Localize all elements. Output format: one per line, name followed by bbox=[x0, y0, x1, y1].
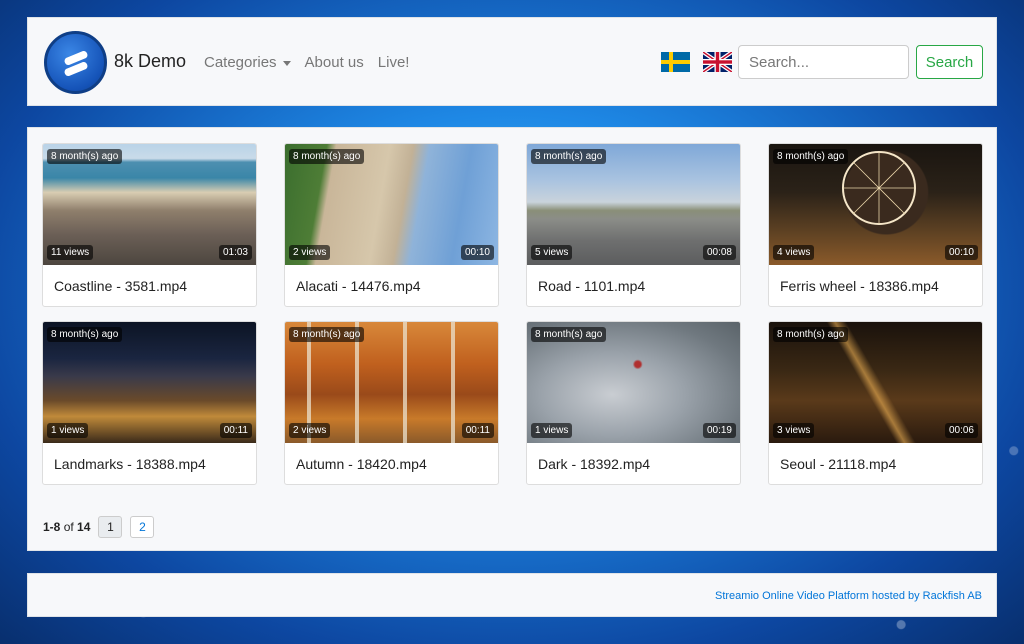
video-thumbnail[interactable]: 8 month(s) ago 2 views 00:11 bbox=[285, 322, 498, 443]
duration-badge: 00:10 bbox=[460, 245, 494, 260]
duration-badge: 00:06 bbox=[944, 423, 978, 438]
views-badge: 11 views bbox=[47, 245, 94, 260]
nav-categories[interactable]: Categories bbox=[204, 54, 291, 71]
video-grid-panel: 8 month(s) ago 11 views 01:03 Coastline … bbox=[27, 127, 997, 551]
age-badge: 8 month(s) ago bbox=[531, 327, 607, 342]
video-card-road[interactable]: 8 month(s) ago 5 views 00:08 Road - 1101… bbox=[526, 143, 741, 307]
video-thumbnail[interactable]: 8 month(s) ago 1 views 00:19 bbox=[527, 322, 740, 443]
views-badge: 1 views bbox=[531, 423, 573, 438]
swedish-flag-icon[interactable] bbox=[661, 52, 690, 72]
caret-down-icon bbox=[282, 60, 291, 66]
video-thumbnail[interactable]: 8 month(s) ago 3 views 00:06 bbox=[769, 322, 982, 443]
page-1-button[interactable]: 1 bbox=[98, 516, 123, 538]
header-bar: 8k Demo Categories About us Live! Search bbox=[27, 17, 997, 106]
age-badge: 8 month(s) ago bbox=[289, 327, 365, 342]
search-button[interactable]: Search bbox=[916, 45, 983, 79]
video-title[interactable]: Coastline - 3581.mp4 bbox=[54, 278, 187, 294]
video-title[interactable]: Ferris wheel - 18386.mp4 bbox=[780, 278, 939, 294]
video-card-landmarks[interactable]: 8 month(s) ago 1 views 00:11 Landmarks -… bbox=[42, 321, 257, 485]
duration-badge: 00:19 bbox=[702, 423, 736, 438]
nav-about-us[interactable]: About us bbox=[305, 54, 364, 71]
views-badge: 1 views bbox=[47, 423, 89, 438]
video-card-autumn[interactable]: 8 month(s) ago 2 views 00:11 Autumn - 18… bbox=[284, 321, 499, 485]
video-card-coastline[interactable]: 8 month(s) ago 11 views 01:03 Coastline … bbox=[42, 143, 257, 307]
views-badge: 2 views bbox=[289, 423, 331, 438]
video-card-dark[interactable]: 8 month(s) ago 1 views 00:19 Dark - 1839… bbox=[526, 321, 741, 485]
main-nav: Categories About us Live! bbox=[204, 54, 409, 71]
uk-flag-icon[interactable] bbox=[703, 52, 732, 72]
duration-badge: 00:08 bbox=[702, 245, 736, 260]
video-title[interactable]: Dark - 18392.mp4 bbox=[538, 456, 650, 472]
duration-badge: 01:03 bbox=[218, 245, 252, 260]
views-badge: 5 views bbox=[531, 245, 573, 260]
video-thumbnail[interactable]: 8 month(s) ago 11 views 01:03 bbox=[43, 144, 256, 265]
video-card-alacati[interactable]: 8 month(s) ago 2 views 00:10 Alacati - 1… bbox=[284, 143, 499, 307]
video-title[interactable]: Seoul - 21118.mp4 bbox=[780, 456, 896, 472]
duration-badge: 00:10 bbox=[944, 245, 978, 260]
duration-badge: 00:11 bbox=[461, 423, 494, 438]
age-badge: 8 month(s) ago bbox=[773, 327, 849, 342]
video-thumbnail[interactable]: 8 month(s) ago 5 views 00:08 bbox=[527, 144, 740, 265]
pagination-info: 1-8 of 14 bbox=[43, 520, 91, 534]
video-card-seoul[interactable]: 8 month(s) ago 3 views 00:06 Seoul - 211… bbox=[768, 321, 983, 485]
views-badge: 4 views bbox=[773, 245, 815, 260]
nav-live[interactable]: Live! bbox=[378, 54, 410, 71]
video-title[interactable]: Landmarks - 18388.mp4 bbox=[54, 456, 206, 472]
video-title[interactable]: Road - 1101.mp4 bbox=[538, 278, 645, 294]
streamio-logo-icon[interactable] bbox=[44, 31, 107, 94]
pagination: 1-8 of 14 1 2 bbox=[43, 516, 155, 538]
video-thumbnail[interactable]: 8 month(s) ago 2 views 00:10 bbox=[285, 144, 498, 265]
age-badge: 8 month(s) ago bbox=[47, 327, 123, 342]
page-2-button[interactable]: 2 bbox=[130, 516, 155, 538]
video-card-ferris-wheel[interactable]: 8 month(s) ago 4 views 00:10 Ferris whee… bbox=[768, 143, 983, 307]
footer-credit-link[interactable]: Streamio Online Video Platform hosted by… bbox=[715, 590, 982, 602]
video-title[interactable]: Autumn - 18420.mp4 bbox=[296, 456, 427, 472]
video-thumbnail[interactable]: 8 month(s) ago 4 views 00:10 bbox=[769, 144, 982, 265]
age-badge: 8 month(s) ago bbox=[773, 149, 849, 164]
age-badge: 8 month(s) ago bbox=[531, 149, 607, 164]
duration-badge: 00:11 bbox=[219, 423, 252, 438]
age-badge: 8 month(s) ago bbox=[289, 149, 365, 164]
video-thumbnail[interactable]: 8 month(s) ago 1 views 00:11 bbox=[43, 322, 256, 443]
video-title[interactable]: Alacati - 14476.mp4 bbox=[296, 278, 421, 294]
views-badge: 3 views bbox=[773, 423, 815, 438]
search-input[interactable] bbox=[738, 45, 909, 79]
brand-name[interactable]: 8k Demo bbox=[114, 51, 186, 72]
views-badge: 2 views bbox=[289, 245, 331, 260]
footer-bar: Streamio Online Video Platform hosted by… bbox=[27, 573, 997, 617]
age-badge: 8 month(s) ago bbox=[47, 149, 123, 164]
